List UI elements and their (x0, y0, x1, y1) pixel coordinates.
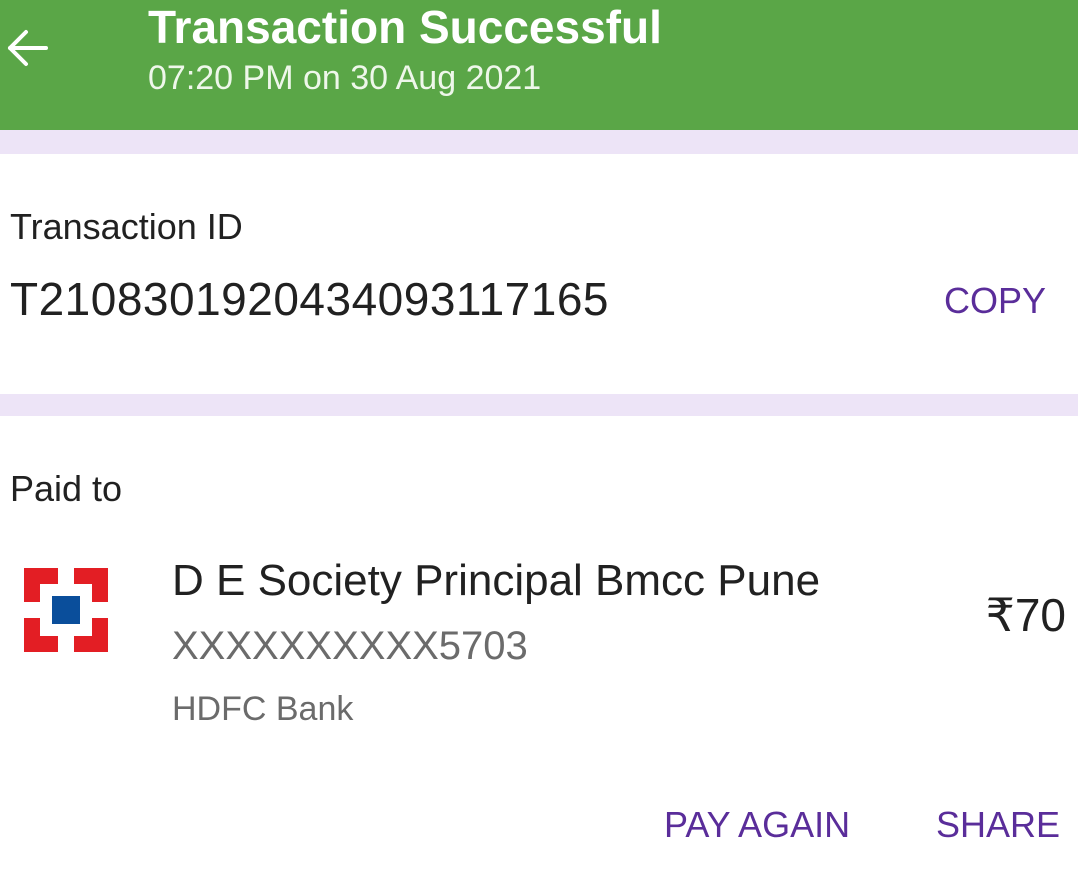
page-title: Transaction Successful (148, 1, 662, 53)
transaction-id-value: T2108301920434093117165 (10, 273, 610, 325)
bank-name: HDFC Bank (172, 690, 354, 728)
share-button[interactable]: SHARE (936, 804, 1060, 846)
payee-name: D E Society Principal Bmcc Pune (172, 556, 821, 605)
section-divider (0, 394, 1078, 416)
back-button[interactable] (0, 20, 56, 76)
account-number: XXXXXXXXXX5703 (172, 624, 528, 668)
section-divider (0, 130, 1078, 154)
pay-again-button[interactable]: PAY AGAIN (664, 804, 850, 846)
transaction-id-label: Transaction ID (10, 206, 243, 247)
transaction-timestamp: 07:20 PM on 30 Aug 2021 (148, 59, 542, 97)
paid-to-label: Paid to (10, 468, 123, 509)
app-header: Transaction Successful 07:20 PM on 30 Au… (0, 0, 1078, 130)
copy-button[interactable]: COPY (944, 280, 1046, 322)
arrow-left-icon (8, 30, 48, 66)
hdfc-bank-logo (24, 568, 108, 652)
payment-amount: ₹70 (985, 589, 1066, 641)
